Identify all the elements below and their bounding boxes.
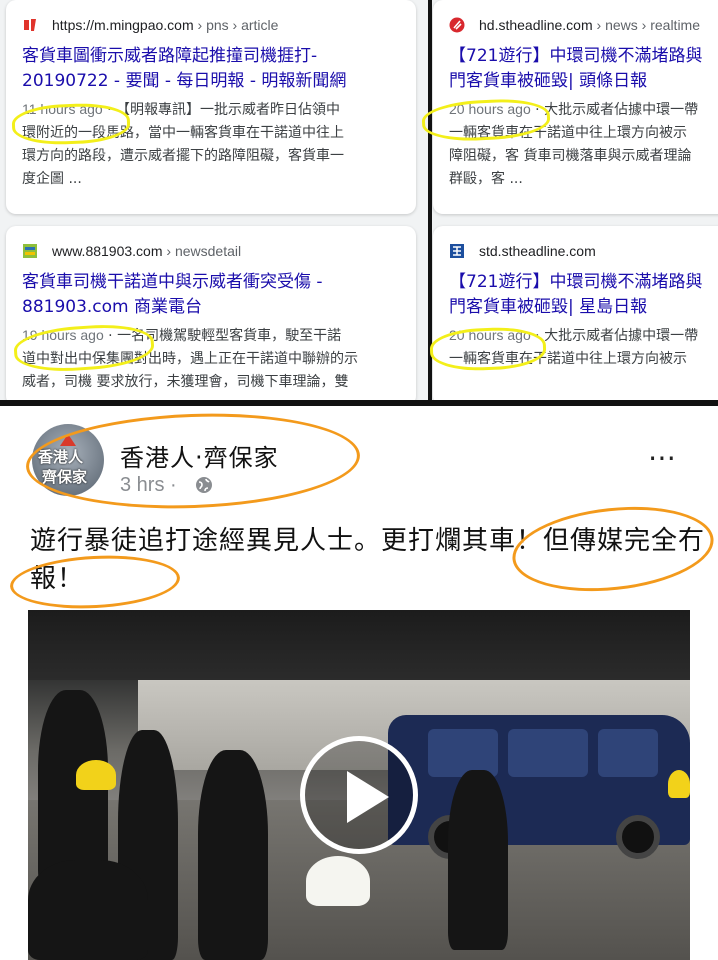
result-url[interactable]: hd.stheadline.com › news › realtime (479, 17, 700, 33)
avatar-text: 香港人 (38, 448, 84, 466)
panel-divider-vertical (428, 0, 432, 404)
881903-logo-icon (22, 243, 38, 259)
singtao-logo-icon (449, 243, 465, 259)
avatar[interactable]: 香港人 齊保家 (32, 424, 104, 496)
result-title-link[interactable]: 客貨車司機干諾道中與示威者衝突受傷 - 881903.com 商業電台 (22, 270, 400, 320)
result-title-link[interactable]: 【721遊行】中環司機不滿堵路與 門客貨車被砸毀| 頭條日報 (449, 44, 717, 94)
result-source-row: std.stheadline.com (449, 240, 717, 262)
post-text: 遊行暴徒追打途經異見人士。更打爛其車！但傳媒完全冇報！ (30, 526, 706, 594)
video-scene-van (388, 715, 690, 859)
post-timestamp[interactable]: 3 hrs · (120, 474, 177, 497)
post-author-name[interactable]: 香港人‧齊保家 (120, 438, 279, 473)
more-options-icon[interactable]: ⋯ (648, 444, 678, 472)
play-icon[interactable] (300, 736, 418, 854)
avatar-text: 齊保家 (42, 468, 88, 486)
result-snippet: 20 hours ago · 大批示威者佔據中環一帶 一輛客貨車在干諾道中往上環… (449, 327, 699, 367)
result-source-row: https://m.mingpao.com › pns › article (22, 14, 400, 36)
result-time-ago: 19 hours ago (22, 327, 104, 343)
result-url[interactable]: https://m.mingpao.com › pns › article (52, 17, 278, 33)
result-source-row: www.881903.com › newsdetail (22, 240, 400, 262)
result-url[interactable]: www.881903.com › newsdetail (52, 243, 241, 259)
search-result-headline[interactable]: hd.stheadline.com › news › realtime 【721… (433, 0, 718, 214)
result-url[interactable]: std.stheadline.com (479, 243, 596, 259)
result-snippet: 20 hours ago · 大批示威者佔據中環一帶 一輛客貨車在干諾道中往上環… (449, 101, 699, 187)
search-result-singtao[interactable]: std.stheadline.com 【721遊行】中環司機不滿堵路與 門客貨車… (433, 226, 718, 406)
search-result-mingpao[interactable]: https://m.mingpao.com › pns › article 客貨… (6, 0, 416, 214)
result-time-ago: 11 hours ago (22, 101, 103, 117)
headline-logo-icon (449, 17, 465, 33)
result-snippet: 11 hours ago · 【明報專訊】一批示威者昨日佔領中 環附近的一段馬路… (22, 101, 344, 187)
result-title-link[interactable]: 【721遊行】中環司機不滿堵路與 門客貨車被砸毀| 星島日報 (449, 270, 717, 320)
avatar-roof-shape (60, 434, 76, 446)
globe-icon (196, 477, 212, 493)
result-title-link[interactable]: 客貨車圖衝示威者路障起推撞司機捱打- 20190722 - 要聞 - 每日明報 … (22, 44, 400, 94)
result-source-row: hd.stheadline.com › news › realtime (449, 14, 717, 36)
video-scene-crowd (28, 610, 690, 680)
result-time-ago: 20 hours ago (449, 101, 531, 117)
result-time-ago: 20 hours ago (449, 327, 531, 343)
mingpao-logo-icon (22, 17, 38, 33)
search-result-881903[interactable]: www.881903.com › newsdetail 客貨車司機干諾道中與示威… (6, 226, 416, 406)
result-snippet: 19 hours ago · 一名司機駕駛輕型客貨車，駛至干諾 道中對出中保集團… (22, 327, 358, 390)
video-player[interactable] (28, 610, 690, 960)
